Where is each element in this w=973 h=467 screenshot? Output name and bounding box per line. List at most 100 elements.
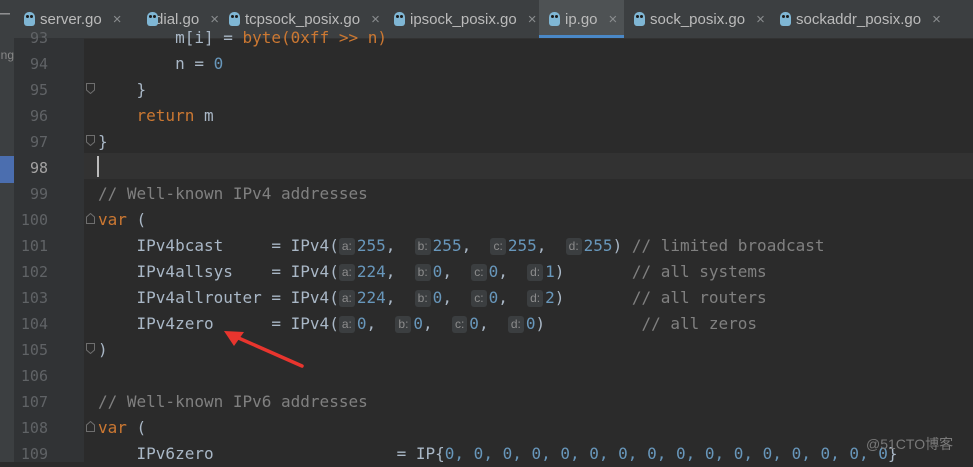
line-number: 95 <box>29 81 48 99</box>
code-line-95: } <box>98 77 147 103</box>
fold-end-marker[interactable] <box>86 83 95 94</box>
line-number: 109 <box>20 445 48 463</box>
code-line-105: ) <box>98 337 108 363</box>
line-number: 106 <box>20 367 48 385</box>
sep: ) <box>554 288 632 307</box>
tab-label: server.go <box>40 10 102 28</box>
sep: ) <box>554 262 632 281</box>
param-hint: c: <box>451 316 468 333</box>
code-line-93: m[i] = byte(0xff >> n) <box>98 25 387 51</box>
current-line-highlight <box>84 153 973 179</box>
code-text: ) <box>98 340 108 359</box>
sep: , <box>461 236 491 255</box>
param-hint: a: <box>338 316 355 333</box>
code-number: 224 <box>356 288 386 307</box>
sep: , <box>385 262 415 281</box>
code-line-100: var ( <box>98 207 146 233</box>
sep: , <box>423 314 452 333</box>
param-hint: d: <box>527 290 544 307</box>
tab-ip-go[interactable]: ip.go × <box>539 0 624 38</box>
close-icon[interactable]: × <box>756 11 765 28</box>
line-number: 99 <box>29 185 48 203</box>
code-number: 255 <box>356 236 386 255</box>
line-number: 104 <box>20 315 48 333</box>
code-number: 255 <box>507 236 537 255</box>
sep: , <box>442 288 472 307</box>
go-file-icon <box>634 12 645 26</box>
code-number: 0 <box>413 314 424 333</box>
go-file-icon <box>394 12 405 26</box>
code-number: 0 <box>488 288 499 307</box>
code-number: 0 <box>525 314 536 333</box>
go-file-icon <box>147 12 159 26</box>
code-comment: // Well-known IPv4 addresses <box>98 184 368 203</box>
code-comment: // all systems <box>631 262 767 281</box>
code-line-109: IPv6zero = IP{0, 0, 0, 0, 0, 0, 0, 0, 0,… <box>98 441 898 467</box>
line-number-gutter[interactable]: 93 94 95 96 97 98 99 100 101 102 103 104… <box>14 29 84 463</box>
code-text: ( <box>126 210 147 229</box>
param-hint: a: <box>338 290 355 307</box>
code-number: 0 <box>432 262 443 281</box>
code-number: 255 <box>583 236 613 255</box>
code-text: IPv4allrouter = IPv4( <box>98 288 339 307</box>
code-line-107: // Well-known IPv6 addresses <box>98 389 368 415</box>
sep: ) <box>535 314 642 333</box>
code-text: } <box>98 80 147 99</box>
annotation-arrow-icon <box>224 331 304 368</box>
close-icon[interactable]: × <box>528 11 537 28</box>
code-text: n = <box>98 54 214 73</box>
sep: ) <box>612 236 632 255</box>
param-hint: c: <box>490 238 506 255</box>
code-comment: // all routers <box>631 288 767 307</box>
line-number: 101 <box>20 237 48 255</box>
code-line-102: IPv4allsys = IPv4(a: 224, b: 0, c: 0, d: 1) … <box>98 259 767 285</box>
code-keyword: return <box>136 106 195 125</box>
sep: , <box>442 262 472 281</box>
line-number: 108 <box>20 419 48 437</box>
param-hint: b: <box>395 316 412 333</box>
fold-start-marker[interactable] <box>86 213 95 224</box>
code-line-96: return m <box>98 103 214 129</box>
code-line-101: IPv4bcast = IPv4(a: 255, b: 255, c: 255, d:… <box>98 233 824 259</box>
tab-label: ipsock_posix.go <box>410 10 517 28</box>
sep: , <box>498 262 528 281</box>
fold-start-marker[interactable] <box>86 421 95 432</box>
code-text: IPv6zero = IP{ <box>98 444 445 463</box>
close-icon[interactable]: × <box>932 11 941 28</box>
code-number: 1 <box>545 262 555 281</box>
code-number: 0, 0, 0, 0, 0, 0, 0, 0, 0, 0, 0, 0, 0, 0… <box>444 444 888 463</box>
line-number: 96 <box>29 107 48 125</box>
code-text: ( <box>126 418 147 437</box>
param-hint: a: <box>338 238 355 255</box>
code-number: 0 <box>488 262 499 281</box>
param-hint: b: <box>414 290 431 307</box>
code-number: 0 <box>213 54 224 73</box>
line-number: 105 <box>20 341 48 359</box>
code-number: 255 <box>432 236 462 255</box>
tab-label: sockaddr_posix.go <box>796 10 922 28</box>
param-hint: a: <box>338 264 355 281</box>
code-keyword: var <box>98 210 127 229</box>
fold-end-marker[interactable] <box>86 343 95 354</box>
sep: , <box>366 314 396 333</box>
code-text: m[i] = <box>98 28 243 47</box>
line-number: 102 <box>20 263 48 281</box>
tab-sockaddr-posix-go[interactable]: sockaddr_posix.go × <box>770 0 973 38</box>
close-icon[interactable]: × <box>609 11 618 28</box>
param-hint: d: <box>527 264 544 281</box>
code-text: m <box>194 106 214 125</box>
sep: , <box>498 288 528 307</box>
fold-end-marker[interactable] <box>86 135 95 146</box>
param-hint: d: <box>565 238 582 255</box>
param-hint: c: <box>471 290 487 307</box>
line-number: 94 <box>29 55 48 73</box>
param-hint: c: <box>471 264 487 281</box>
tab-sock-posix-go[interactable]: sock_posix.go × <box>624 0 770 38</box>
sep: , <box>385 288 415 307</box>
code-comment: // limited broadcast <box>631 236 825 255</box>
watermark: @51CTO博客 <box>866 436 954 452</box>
tab-label: ip.go <box>565 10 598 28</box>
line-number: 103 <box>20 289 48 307</box>
tab-ipsock-posix-go[interactable]: ipsock_posix.go × <box>384 0 539 38</box>
